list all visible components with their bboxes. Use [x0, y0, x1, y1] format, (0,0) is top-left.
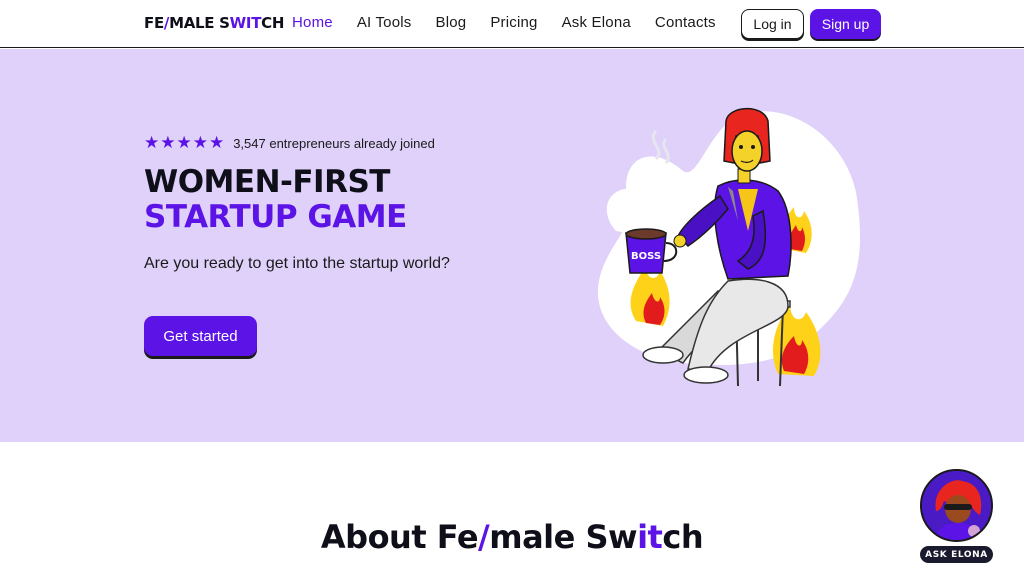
logo-text-1: FE	[144, 14, 164, 32]
about-title-accent: it	[637, 518, 663, 556]
about-title-part1: About Fe	[320, 518, 479, 556]
about-title-part2: male Sw	[489, 518, 638, 556]
rating-row: ★★★★★ 3,547 entrepreneurs already joined	[144, 133, 435, 153]
main-nav: Home AI Tools Blog Pricing Ask Elona Con…	[292, 14, 740, 31]
logo-text-3: CH	[261, 14, 285, 32]
ask-elona-badge[interactable]: ASK ELONA	[920, 546, 993, 563]
brand-logo[interactable]: FE/MALE SWITCH	[144, 14, 284, 32]
hero-title-line1: WOMEN-FIRST	[144, 164, 390, 200]
logo-accent: WIT	[229, 14, 262, 32]
about-title-slash: /	[478, 518, 490, 556]
site-header: FE/MALE SWITCH Home AI Tools Blog Pricin…	[0, 0, 1024, 48]
nav-ask-elona[interactable]: Ask Elona	[562, 14, 631, 31]
nav-ai-tools[interactable]: AI Tools	[357, 14, 412, 31]
hero-title-line2: STARTUP GAME	[144, 199, 407, 235]
hero-section: ★★★★★ 3,547 entrepreneurs already joined…	[0, 49, 1024, 442]
login-button[interactable]: Log in	[741, 9, 804, 39]
nav-blog[interactable]: Blog	[436, 14, 467, 31]
rating-text: 3,547 entrepreneurs already joined	[233, 135, 435, 151]
about-title-part3: ch	[662, 518, 704, 556]
nav-pricing[interactable]: Pricing	[490, 14, 537, 31]
nav-home[interactable]: Home	[292, 14, 333, 31]
about-title: About Fe/male Switch	[0, 518, 1024, 556]
ask-elona-avatar[interactable]	[920, 469, 993, 542]
mug-label: BOSS	[631, 251, 661, 262]
signup-button[interactable]: Sign up	[810, 9, 881, 39]
star-rating-icon: ★★★★★	[144, 133, 226, 152]
logo-text-2: MALE S	[169, 14, 230, 32]
hero-subtitle: Are you ready to get into the startup wo…	[144, 255, 450, 272]
boss-woman-illustration: BOSS	[597, 107, 861, 387]
get-started-button[interactable]: Get started	[144, 316, 257, 356]
nav-contacts[interactable]: Contacts	[655, 14, 716, 31]
